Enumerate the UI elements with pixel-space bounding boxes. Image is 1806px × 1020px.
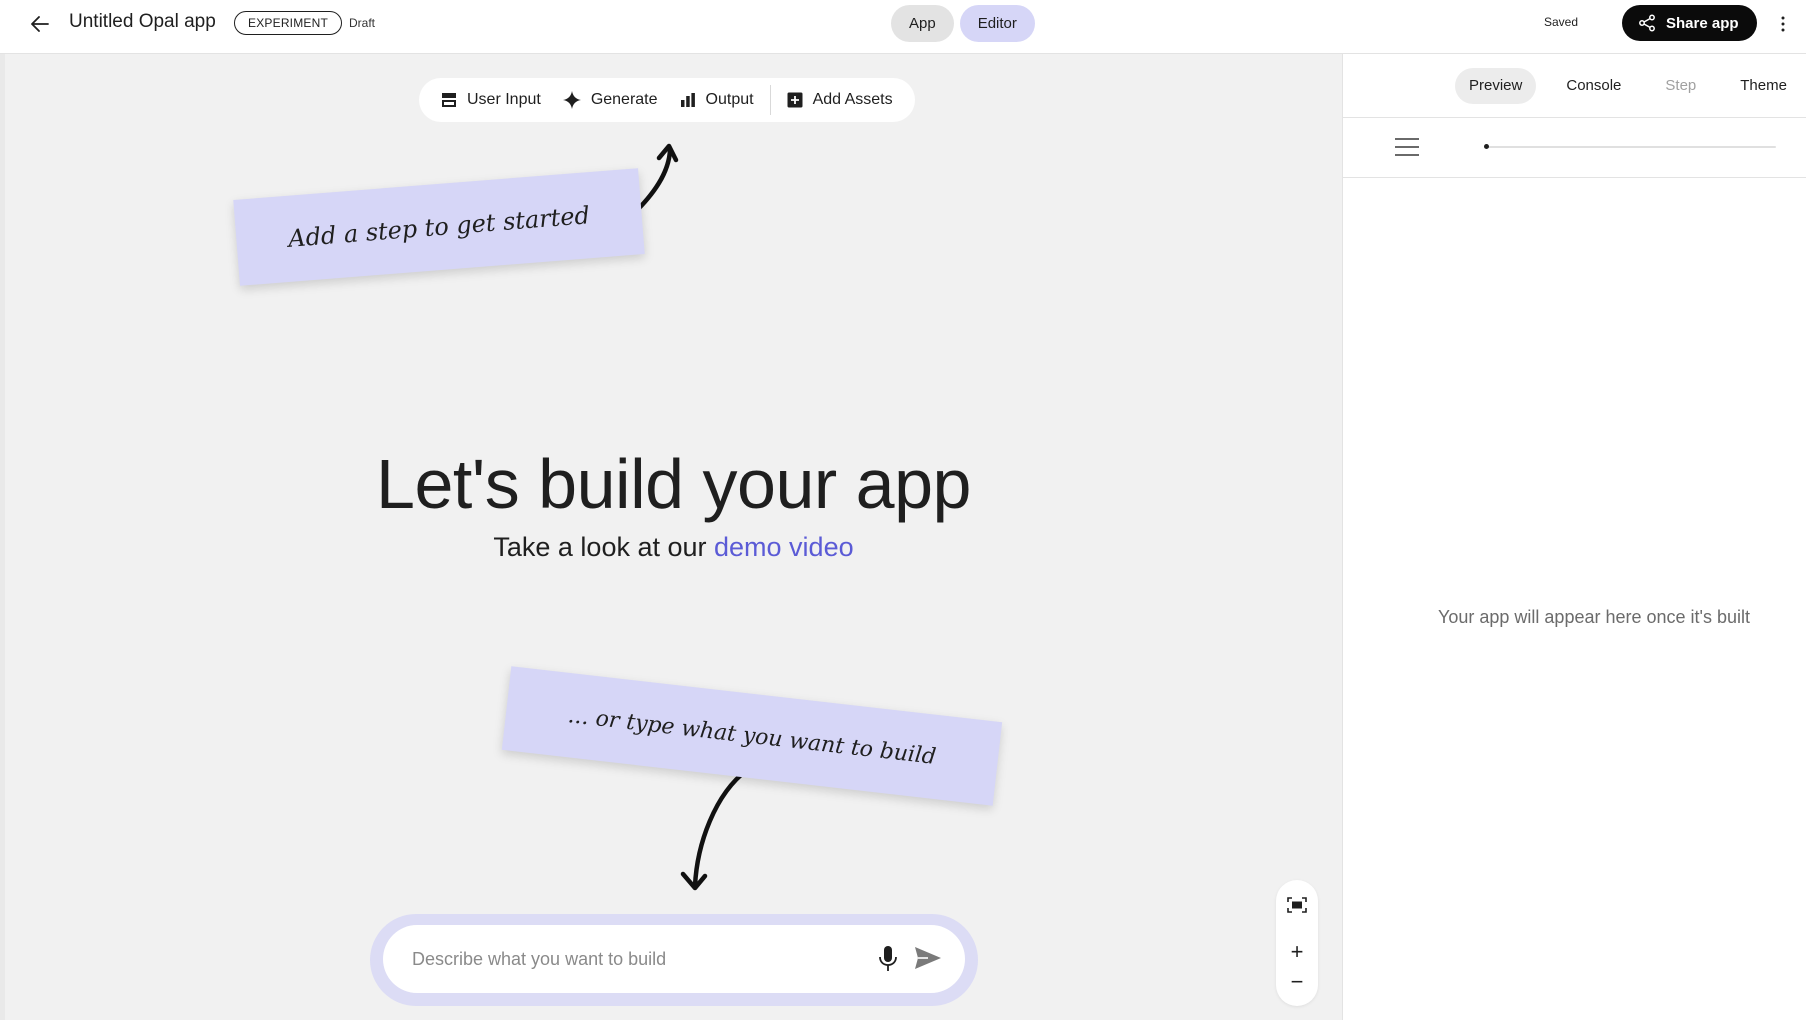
arrow-down-icon	[692, 767, 750, 889]
send-button[interactable]	[913, 945, 947, 975]
draft-status: Draft	[349, 16, 376, 30]
hero-subtitle: Take a look at our demo video	[5, 532, 1342, 563]
hero-title: Let's build your app	[376, 445, 971, 523]
panel-divider	[1343, 117, 1806, 118]
share-icon	[1639, 14, 1655, 32]
top-bar: Untitled Opal app EXPERIMENT Draft App E…	[0, 0, 1806, 54]
arrow-back-icon	[31, 16, 49, 32]
demo-video-link[interactable]: demo video	[714, 532, 854, 562]
back-button[interactable]	[26, 10, 54, 38]
hamburger-menu-icon	[1395, 138, 1419, 156]
prompt-input[interactable]	[410, 947, 844, 971]
more-menu-button[interactable]	[1772, 10, 1794, 38]
send-icon	[915, 947, 941, 969]
mode-toggle: App Editor	[891, 5, 1035, 42]
progress-track	[1484, 144, 1776, 149]
preview-empty-message: Your app will appear here once it's buil…	[1438, 607, 1750, 627]
zoom-controls: + −	[1276, 880, 1318, 1006]
tab-preview[interactable]: Preview	[1455, 68, 1537, 104]
zoom-in-button[interactable]: +	[1276, 937, 1318, 967]
app-mode-button[interactable]: App	[891, 5, 954, 42]
more-vert-icon	[1781, 16, 1785, 32]
mic-button[interactable]	[873, 943, 903, 975]
saved-status: Saved	[1544, 15, 1579, 29]
hero-subtitle-text: Take a look at our	[493, 532, 715, 562]
share-app-button[interactable]: Share app	[1622, 5, 1757, 41]
preview-panel: Preview Console Step Theme Your app will…	[1342, 54, 1806, 1020]
tab-theme[interactable]: Theme	[1726, 68, 1801, 104]
prompt-container	[370, 914, 978, 1006]
tab-console[interactable]: Console	[1552, 68, 1635, 104]
panel-divider-secondary	[1343, 177, 1806, 178]
editor-mode-button[interactable]: Editor	[959, 5, 1035, 42]
mic-icon	[879, 946, 897, 971]
editor-canvas[interactable]: User Input Generate Output Add Assets Ad…	[5, 54, 1342, 1020]
fit-screen-button[interactable]	[1276, 890, 1318, 920]
prompt-box	[383, 925, 965, 993]
experiment-badge: EXPERIMENT	[234, 11, 343, 35]
share-app-label: Share app	[1666, 14, 1739, 32]
panel-menu-button[interactable]	[1393, 134, 1421, 160]
app-title[interactable]: Untitled Opal app	[69, 11, 216, 33]
tab-step[interactable]: Step	[1651, 68, 1710, 104]
fit-screen-icon	[1287, 897, 1307, 913]
progress-indicator	[1484, 144, 1489, 149]
panel-tabs: Preview Console Step Theme	[1455, 68, 1806, 104]
zoom-out-button[interactable]: −	[1276, 967, 1318, 997]
